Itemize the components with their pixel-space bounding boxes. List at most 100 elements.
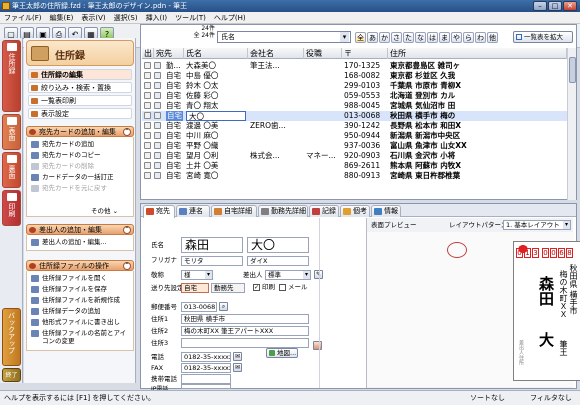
col-address[interactable]: 住所 xyxy=(388,48,567,59)
group-header-file-ops[interactable]: 住所録ファイルの操作 ⌃ xyxy=(26,260,134,271)
map-button[interactable]: 地図... xyxy=(266,348,298,358)
menu-select[interactable]: 選択(S) xyxy=(110,12,142,24)
action-restore-card[interactable]: 宛先カードを元に戻す xyxy=(31,184,131,193)
tab-records[interactable]: 記録 xyxy=(309,205,339,217)
action-delete-card[interactable]: 宛先カードの削除 xyxy=(31,162,131,171)
table-row[interactable]: 自宅 佐藤 彩〇 059-0553 北海道 登別市 カル xyxy=(142,91,567,101)
action-open-file[interactable]: 住所録ファイルを開く xyxy=(31,274,131,283)
group-header-sender[interactable]: 差出人の追加・編集 ⌃ xyxy=(26,224,134,235)
col-company[interactable]: 会社名 xyxy=(248,48,304,59)
phone-options-button[interactable]: ✉ xyxy=(233,352,242,361)
kana-ha[interactable]: は xyxy=(427,32,438,43)
postcard-preview[interactable]: 0 1 3 0 0 6 8 秋田県 横手市 梅の木町ＸＸ 筆王 森田 大 差出人… xyxy=(513,241,580,381)
phone-field[interactable]: 0182-35-xxxxx xyxy=(181,352,231,362)
zip-field[interactable]: 013-0068 xyxy=(181,302,217,312)
table-row[interactable]: 自宅 中島 優〇 168-0082 東京都 杉並区 久我 xyxy=(142,71,567,81)
menu-view[interactable]: 表示(V) xyxy=(77,12,109,24)
collapse-icon[interactable]: ⌃ xyxy=(123,262,131,270)
tab-home-details[interactable]: 自宅詳細 xyxy=(211,205,257,217)
menu-edit-address-book[interactable]: 住所録の編集 xyxy=(28,69,132,80)
group-header-card-edit[interactable]: 宛先カードの追加・編集 ⌃ xyxy=(26,126,134,137)
backup-button[interactable]: バックアップ xyxy=(2,308,21,366)
kana-a[interactable]: あ xyxy=(367,32,378,43)
menu-file[interactable]: ファイル(F) xyxy=(0,12,46,24)
sort-field-select[interactable]: 氏名 ▾ xyxy=(217,31,351,43)
table-row[interactable]: 自宅 中川 麻〇 950-0944 新潟県 新潟市中央区 xyxy=(142,131,567,141)
address1-field[interactable]: 秋田県 横手市 xyxy=(181,314,309,324)
kana-wa[interactable]: わ xyxy=(475,32,486,43)
action-add-card[interactable]: 宛先カードの追加 xyxy=(31,140,131,149)
table-row[interactable]: 勤... 大森美〇 筆王法... 170-1325 東京都豊島区 雑司ヶ xyxy=(142,61,567,71)
table-row[interactable]: 自宅 渡邊 〇美 ZERO歯... 390-1242 長野県 松本市 和田X xyxy=(142,121,567,131)
layout-pattern-select[interactable]: 1. 基本レイアウト ▾ xyxy=(503,220,571,230)
action-save-file[interactable]: 住所録ファイルを保存 xyxy=(31,285,131,294)
tab-work-details[interactable]: 勤務先詳細 xyxy=(258,205,308,217)
mobile-field[interactable] xyxy=(181,374,231,384)
action-bulk-correct[interactable]: カードデータの一括訂正 xyxy=(31,173,131,182)
tab-back[interactable]: 裏面 xyxy=(2,152,21,188)
kana-all[interactable]: 全 xyxy=(355,32,366,43)
last-name-field[interactable]: 森田 xyxy=(181,237,243,253)
kana-other[interactable]: 他 xyxy=(487,32,498,43)
action-copy-card[interactable]: 宛先カードのコピー xyxy=(31,151,131,160)
menu-filter-search-replace[interactable]: 絞り込み・検索・置換 xyxy=(28,82,132,93)
kana-ya[interactable]: や xyxy=(451,32,462,43)
kana-ta[interactable]: た xyxy=(403,32,414,43)
action-new-file[interactable]: 住所録ファイルを新規作成 xyxy=(31,296,131,305)
sender-select[interactable]: 標準 ▾ xyxy=(265,270,311,280)
print-checkbox[interactable]: ✓ xyxy=(253,284,260,291)
menu-help[interactable]: ヘルプ(H) xyxy=(210,12,250,24)
kana-ka[interactable]: か xyxy=(379,32,390,43)
dest-work-button[interactable]: 勤務先 xyxy=(211,283,245,293)
collapse-icon[interactable]: ⌃ xyxy=(123,128,131,136)
more-link[interactable]: その他 ⌄ xyxy=(91,205,118,215)
table-row[interactable]: 自宅 宮崎 寛〇 880-0913 宮崎県 東日杵郡椎葉 xyxy=(142,171,567,181)
kana-na[interactable]: な xyxy=(415,32,426,43)
col-zip[interactable]: 〒 xyxy=(342,48,388,59)
tab-destination[interactable]: 宛先 xyxy=(143,205,175,218)
list-scrollbar[interactable] xyxy=(567,48,576,200)
tab-print[interactable]: 印刷 xyxy=(2,190,21,226)
table-row[interactable]: 自宅 望月 〇利 株式会... マネー... 920-0903 石川県 金沢市 小将 xyxy=(142,151,567,161)
collapse-icon[interactable]: ⌃ xyxy=(123,226,131,234)
fax-options-button[interactable]: ✉ xyxy=(233,363,242,372)
menu-list-print[interactable]: 一覧表印刷 xyxy=(28,95,132,106)
enlarge-list-button[interactable]: 一覧表を拡大 xyxy=(513,31,573,43)
col-name[interactable]: 氏名 xyxy=(184,48,248,59)
minimize-button[interactable]: – xyxy=(533,1,547,11)
kana-sa[interactable]: さ xyxy=(391,32,402,43)
dest-home-button[interactable]: 自宅 xyxy=(181,283,209,293)
tab-info[interactable]: 情報 xyxy=(371,205,401,217)
menu-display-settings[interactable]: 表示設定 xyxy=(28,108,132,119)
table-row[interactable]: 自宅 鈴木 〇太 299-0103 千葉県 市原市 青柳X xyxy=(142,81,567,91)
table-row[interactable]: 自宅 青〇 翔太 988-0045 宮城県 気仙沼市 田 xyxy=(142,101,567,111)
action-rename-file[interactable]: 住所録ファイルの名前とアイコンの変更 xyxy=(31,329,131,347)
zip-lookup-button[interactable]: ⌕ xyxy=(219,302,228,311)
action-add-data[interactable]: 住所録データの追加 xyxy=(31,307,131,316)
tab-notes[interactable]: 個考 xyxy=(340,205,370,217)
menu-edit[interactable]: 編集(E) xyxy=(46,12,78,24)
mail-checkbox[interactable] xyxy=(279,284,286,291)
menu-insert[interactable]: 挿入(I) xyxy=(142,12,172,24)
fax-field[interactable]: 0182-35-xxxxx xyxy=(181,363,231,373)
action-edit-sender[interactable]: 差出人の追加・編集... xyxy=(31,238,131,247)
col-title[interactable]: 役職 xyxy=(304,48,342,59)
address3-field[interactable] xyxy=(181,338,309,348)
tab-address-book[interactable]: 住所録 xyxy=(2,40,21,112)
tab-joint-names[interactable]: 連名 xyxy=(176,205,210,217)
menu-tools[interactable]: ツール(T) xyxy=(171,12,210,24)
action-export[interactable]: 他形式ファイルに書き出し xyxy=(31,318,131,327)
ip-phone-field[interactable] xyxy=(181,384,231,389)
tab-front[interactable]: 表面 xyxy=(2,114,21,150)
honorific-select[interactable]: 様 ▾ xyxy=(181,270,213,280)
maximize-button[interactable]: □ xyxy=(548,1,562,11)
furigana-last-field[interactable]: モリタ xyxy=(181,256,243,266)
kana-ma[interactable]: ま xyxy=(439,32,450,43)
first-name-field[interactable]: 大〇 xyxy=(247,237,309,253)
exit-button[interactable]: 終了 xyxy=(2,368,21,382)
table-row[interactable]: 自宅 土井 〇美 869-2611 熊本県 阿蘇市 内牧X xyxy=(142,161,567,171)
address2-field[interactable]: 梅の木町XX 筆王アパートXXX xyxy=(181,326,309,336)
table-row-selected[interactable]: 自宅 大〇 013-0068 秋田県 横手市 梅の xyxy=(142,111,567,121)
name-inline-edit[interactable]: 大〇 xyxy=(186,111,246,121)
col-dest[interactable]: 宛先 xyxy=(154,48,184,59)
